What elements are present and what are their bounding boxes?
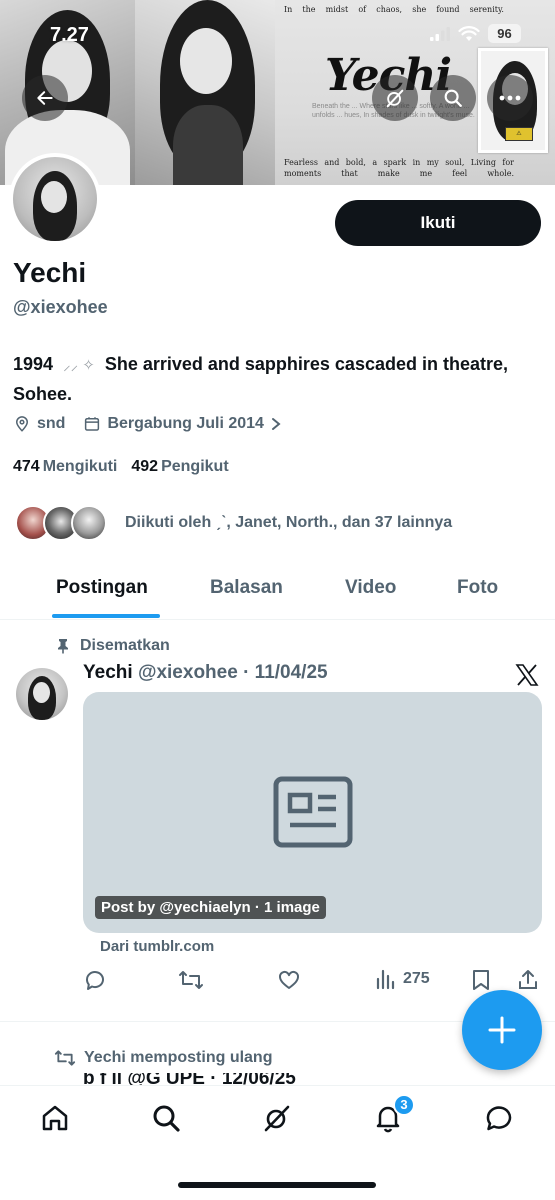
repost-button[interactable] [178, 968, 204, 992]
bookmark-button[interactable] [471, 968, 491, 992]
notification-badge: 3 [393, 1094, 415, 1116]
post-author-name[interactable]: Yechi [83, 662, 133, 683]
profile-meta: snd Bergabung Juli 2014 [13, 415, 300, 433]
grok-icon [386, 89, 404, 108]
post-meta: @xiexohee · 11/04/25 [137, 662, 328, 683]
repost-indicator: Yechi memposting ulang [54, 1048, 272, 1068]
profile-avatar[interactable] [9, 153, 101, 245]
tab-balasan[interactable]: Balasan [210, 577, 283, 599]
warning-sign-icon: ⚠ [505, 127, 533, 141]
card-source[interactable]: Dari tumblr.com [100, 938, 214, 955]
nav-search[interactable] [149, 1101, 183, 1135]
share-icon [519, 970, 537, 989]
message-icon [486, 1106, 512, 1131]
tab-postingan[interactable]: Postingan [56, 577, 148, 599]
link-card[interactable]: Post by @yechiaelyn · 1 image [83, 692, 542, 933]
follower-avatar-3 [71, 505, 107, 541]
tab-video[interactable]: Video [345, 577, 396, 599]
banner-photo-center [135, 0, 275, 185]
status-icons: 96 [430, 24, 521, 43]
grok-button[interactable] [372, 75, 418, 121]
post-header: Yechi @xiexohee · 11/04/25 [83, 662, 328, 684]
heart-icon [279, 970, 299, 989]
x-logo-icon [515, 663, 539, 692]
banner-quote-bottom: Fearless and bold, a spark in my soul, L… [284, 158, 514, 178]
follow-button[interactable]: Ikuti [335, 200, 541, 246]
post-actions: 275 [83, 968, 545, 998]
back-button[interactable] [22, 75, 68, 121]
joined-text: Bergabung Juli 2014 [107, 415, 264, 432]
follow-stats: 474 Mengikuti 492 Pengikut [13, 458, 229, 476]
more-dots-icon [499, 95, 521, 101]
search-icon [444, 89, 462, 107]
banner-quote-top: In the midst of chaos, she found serenity. [284, 5, 504, 14]
followers-link[interactable]: 492 Pengikut [131, 458, 228, 476]
profile-handle: @xiexohee [13, 297, 108, 317]
more-options-button[interactable] [487, 75, 533, 121]
active-tab-indicator [52, 614, 160, 618]
pinned-indicator: Disematkan [56, 637, 170, 655]
compose-button[interactable] [462, 990, 542, 1070]
bio-year: 1994 [13, 354, 54, 374]
post-avatar[interactable] [16, 668, 68, 720]
profile-tabs: Postingan Balasan Video Foto [0, 565, 555, 620]
wifi-icon [458, 25, 480, 41]
following-link[interactable]: 474 Mengikuti [13, 458, 117, 476]
pin-icon [58, 639, 68, 654]
arrow-left-icon [37, 91, 53, 105]
share-button[interactable] [516, 968, 540, 992]
location-pin-icon [15, 416, 29, 432]
grok-icon [264, 1105, 290, 1132]
nav-messages[interactable] [482, 1101, 516, 1135]
signal-icon [430, 26, 450, 41]
repost-icon [179, 971, 203, 989]
followed-by-row[interactable]: Diikuti oleh ˏˋ, Janet, North., dan 37 l… [15, 505, 452, 541]
repost-icon [54, 1050, 76, 1066]
nav-grok[interactable] [260, 1101, 294, 1135]
calendar-icon [85, 417, 100, 431]
search-button[interactable] [430, 75, 476, 121]
bio-sparkles: ⸝⸝ ✧ [63, 357, 95, 374]
status-time: 7.27 [50, 24, 89, 46]
joined-date[interactable]: Bergabung Juli 2014 [83, 415, 282, 433]
display-name: Yechi [13, 257, 87, 288]
profile-bio: 1994 ⸝⸝ ✧ She arrived and sapphires casc… [13, 350, 543, 408]
profile-banner[interactable]: Inthemidstofchaos,shefoundserenity. Yech… [0, 0, 555, 185]
views-button[interactable]: 275 [375, 968, 430, 990]
followed-by-text: Diikuti oleh ˏˋ, Janet, North., dan 37 l… [125, 514, 453, 531]
reply-icon [86, 971, 104, 990]
bookmark-icon [473, 970, 489, 990]
location-text: snd [37, 415, 66, 432]
reply-button[interactable] [83, 968, 107, 992]
views-count: 275 [403, 970, 430, 987]
next-post-header: b f ll @G UPE · 12/06/25 [83, 1073, 296, 1085]
tab-foto[interactable]: Foto [457, 577, 498, 599]
like-button[interactable] [277, 968, 301, 992]
analytics-icon [376, 969, 395, 990]
chevron-right-icon [271, 418, 281, 430]
search-icon [153, 1105, 180, 1132]
home-indicator [178, 1182, 376, 1188]
plus-icon [488, 1016, 516, 1044]
home-icon [42, 1105, 68, 1131]
card-label: Post by @yechiaelyn · 1 image [95, 896, 326, 919]
battery-indicator: 96 [488, 24, 521, 43]
nav-home[interactable] [38, 1101, 72, 1135]
article-icon [273, 776, 353, 848]
